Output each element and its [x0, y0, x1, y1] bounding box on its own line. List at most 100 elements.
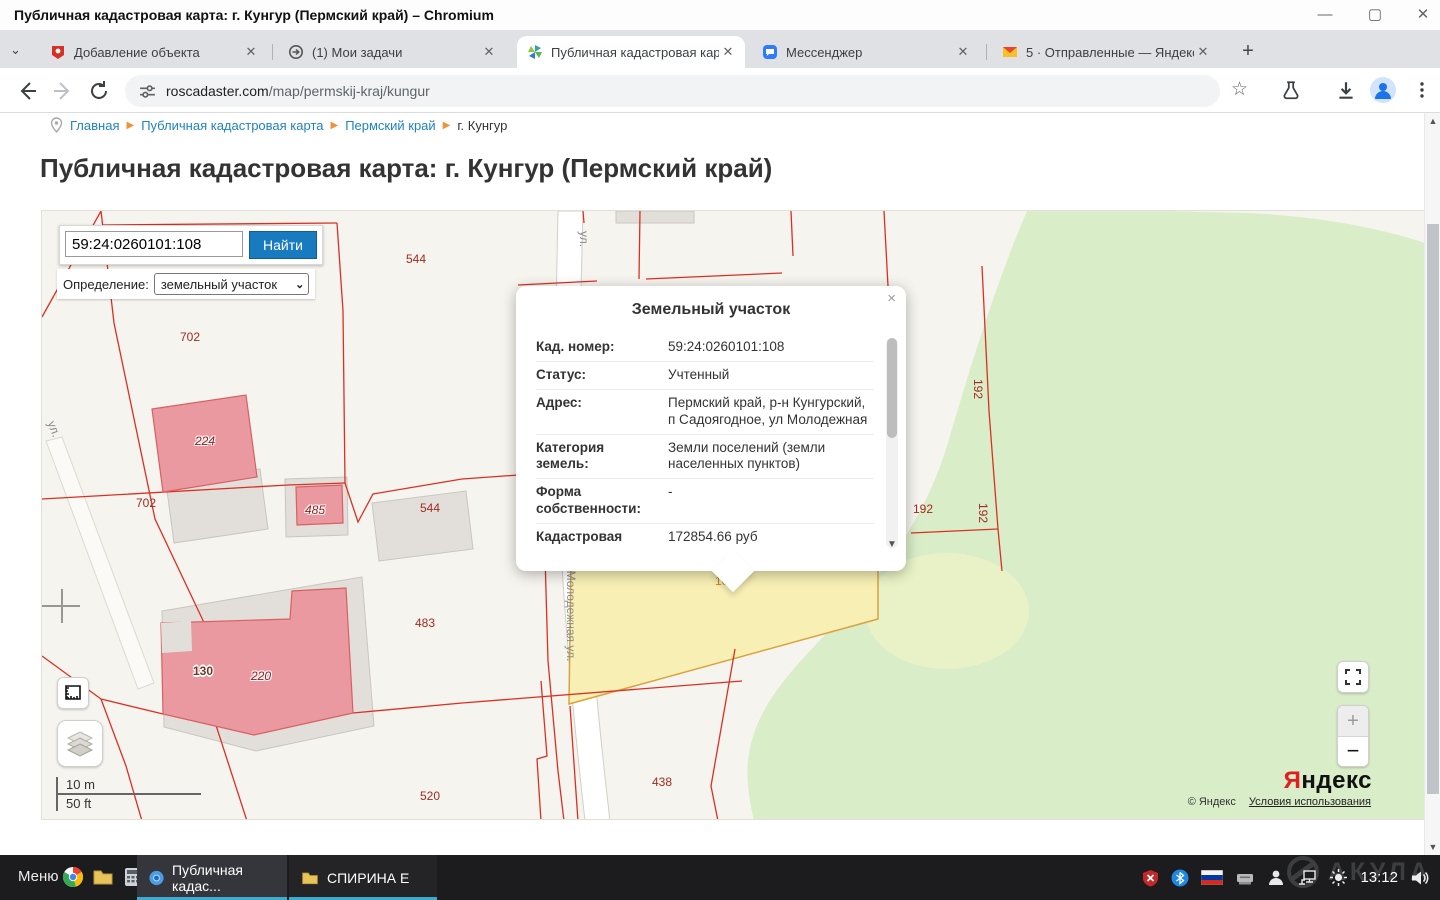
- red-shield-icon: [50, 44, 66, 60]
- cadastral-search-input[interactable]: [65, 231, 243, 257]
- chevron-down-icon: ⌄: [295, 278, 304, 291]
- parcel-label: 192: [913, 502, 933, 516]
- object-type-select[interactable]: земельный участок ⌄: [154, 273, 309, 295]
- tab-close-icon[interactable]: ✕: [719, 43, 737, 61]
- back-icon[interactable]: [14, 78, 40, 104]
- map-search-panel: Найти: [59, 225, 323, 265]
- popup-row-value: Земли поселений (земли населенных пункто…: [654, 440, 874, 474]
- breadcrumb-map[interactable]: Публичная кадастровая карта: [141, 118, 323, 133]
- site-settings-icon[interactable]: [139, 83, 156, 100]
- scroll-thumb[interactable]: [1427, 224, 1439, 794]
- zoom-in-button[interactable]: +: [1338, 706, 1368, 737]
- reload-icon[interactable]: [86, 78, 112, 104]
- yandex-logo: Яндекс: [1284, 767, 1372, 795]
- tab-add-object[interactable]: Добавление объекта ✕: [40, 36, 268, 68]
- parcel-label: 438: [652, 775, 672, 789]
- printer-icon[interactable]: [1235, 870, 1255, 886]
- scroll-thumb[interactable]: [887, 338, 897, 438]
- close-button[interactable]: ✕: [1406, 4, 1440, 26]
- scroll-down-icon[interactable]: ▼: [887, 539, 897, 550]
- select-value: земельный участок: [161, 277, 277, 292]
- network-icon[interactable]: [1297, 869, 1317, 886]
- measure-tool-button[interactable]: [57, 677, 89, 709]
- tab-close-icon[interactable]: ✕: [1194, 43, 1212, 61]
- popup-title: Земельный участок: [516, 286, 906, 319]
- parcel-label: 544: [406, 252, 426, 266]
- zoom-out-button[interactable]: −: [1338, 737, 1368, 767]
- profile-avatar[interactable]: [1370, 77, 1396, 103]
- copyright-text: © Яндекс: [1188, 796, 1236, 808]
- zoom-control: + −: [1337, 705, 1369, 767]
- scroll-down-icon[interactable]: ▼: [1425, 842, 1440, 852]
- tab-my-tasks[interactable]: (1) Мои задачи ✕: [278, 36, 506, 68]
- tab-search-chevron-icon[interactable]: ⌄: [10, 42, 21, 58]
- taskbar-menu-button[interactable]: Меню: [18, 868, 59, 885]
- popup-row: Форма собственности:-: [536, 478, 874, 523]
- parcel-label: 544: [420, 501, 440, 515]
- tab-messenger[interactable]: Мессенджер ✕: [752, 36, 980, 68]
- layers-button[interactable]: [57, 720, 103, 767]
- map-path-fragment: [42, 589, 80, 623]
- breadcrumb-separator-icon: ▶: [330, 120, 338, 131]
- breadcrumb: Главная ▶ Публичная кадастровая карта ▶ …: [50, 117, 507, 133]
- popup-rows: Кад. номер:59:24:0260101:108Статус:Учтен…: [536, 334, 874, 547]
- menu-dots-icon[interactable]: [1412, 78, 1432, 102]
- tab-label: 5 · Отправленные — Яндекс: [1026, 45, 1194, 60]
- blue-chat-icon: [762, 44, 778, 60]
- tab-label: (1) Мои задачи: [312, 45, 480, 60]
- popup-row-value: -: [654, 484, 874, 518]
- popup-row: Кад. номер:59:24:0260101:108: [536, 334, 874, 361]
- popup-row-label: Форма собственности:: [536, 484, 654, 518]
- popup-row-label: Адрес:: [536, 395, 654, 429]
- taskbar: Меню Публичная кадас... СПИРИНА Е АКУЛА …: [0, 855, 1440, 900]
- folder-icon[interactable]: [92, 866, 114, 888]
- bluetooth-icon[interactable]: [1171, 869, 1189, 887]
- popup-row: Категория земель:Земли поселений (земли …: [536, 434, 874, 479]
- address-bar[interactable]: roscadaster.com/map/permskij-kraj/kungur: [125, 75, 1220, 107]
- map-scale: 10 m 50 ft: [56, 777, 306, 811]
- new-tab-button[interactable]: +: [1236, 40, 1260, 63]
- tab-close-icon[interactable]: ✕: [480, 43, 498, 61]
- scale-meters: 10 m: [56, 777, 201, 795]
- parcel-label: 702: [180, 330, 200, 344]
- page-title: Публичная кадастровая карта: г. Кунгур (…: [40, 153, 772, 184]
- taskbar-window-cadastral[interactable]: Публичная кадас...: [137, 855, 287, 900]
- bookmark-star-icon[interactable]: ☆: [1231, 78, 1248, 101]
- url-text: roscadaster.com/map/permskij-kraj/kungur: [166, 83, 430, 99]
- tab-label: Публичная кадастровая кар: [551, 45, 719, 60]
- flask-icon[interactable]: [1280, 78, 1302, 102]
- popup-scrollbar[interactable]: ▲ ▼: [886, 338, 898, 548]
- breadcrumb-region[interactable]: Пермский край: [345, 118, 435, 133]
- chromium-icon: [149, 869, 164, 887]
- maximize-button[interactable]: ▢: [1358, 4, 1392, 26]
- brightness-icon[interactable]: [1329, 868, 1348, 887]
- search-button[interactable]: Найти: [249, 231, 317, 259]
- minimize-button[interactable]: —: [1308, 4, 1342, 26]
- scroll-up-icon[interactable]: ▲: [1425, 116, 1440, 126]
- tab-cadastral-map-active[interactable]: Публичная кадастровая кар ✕: [517, 36, 745, 68]
- tab-yandex-mail[interactable]: 5 · Отправленные — Яндекс ✕: [992, 36, 1220, 68]
- taskbar-window-spirina[interactable]: СПИРИНА Е: [289, 855, 437, 900]
- scale-feet: 50 ft: [56, 795, 306, 811]
- ru-flag-icon[interactable]: [1201, 870, 1223, 885]
- parcel-label: 224: [195, 434, 215, 448]
- forward-icon[interactable]: [50, 78, 76, 104]
- map-container[interactable]: 5447027022244855444831302205204381081921…: [41, 210, 1433, 820]
- tab-close-icon[interactable]: ✕: [242, 43, 260, 61]
- task-label: Публичная кадас...: [172, 862, 275, 894]
- user-icon[interactable]: [1267, 869, 1285, 886]
- volume-icon[interactable]: [1410, 869, 1430, 887]
- popup-row-label: Кадастровая стоимость:: [536, 529, 654, 547]
- download-icon[interactable]: [1335, 78, 1357, 102]
- popup-close-icon[interactable]: ×: [887, 290, 896, 307]
- tab-close-icon[interactable]: ✕: [954, 43, 972, 61]
- page-scrollbar[interactable]: ▲ ▼: [1424, 113, 1440, 855]
- chrome-icon[interactable]: [62, 866, 84, 888]
- terms-link[interactable]: Условия использования: [1249, 796, 1371, 808]
- parcel-label: 702: [136, 496, 156, 510]
- fullscreen-icon: [1344, 668, 1362, 686]
- breadcrumb-home[interactable]: Главная: [70, 118, 119, 133]
- fullscreen-button[interactable]: [1337, 661, 1369, 693]
- security-shield-icon[interactable]: [1142, 869, 1159, 887]
- tab-label: Добавление объекта: [74, 45, 242, 60]
